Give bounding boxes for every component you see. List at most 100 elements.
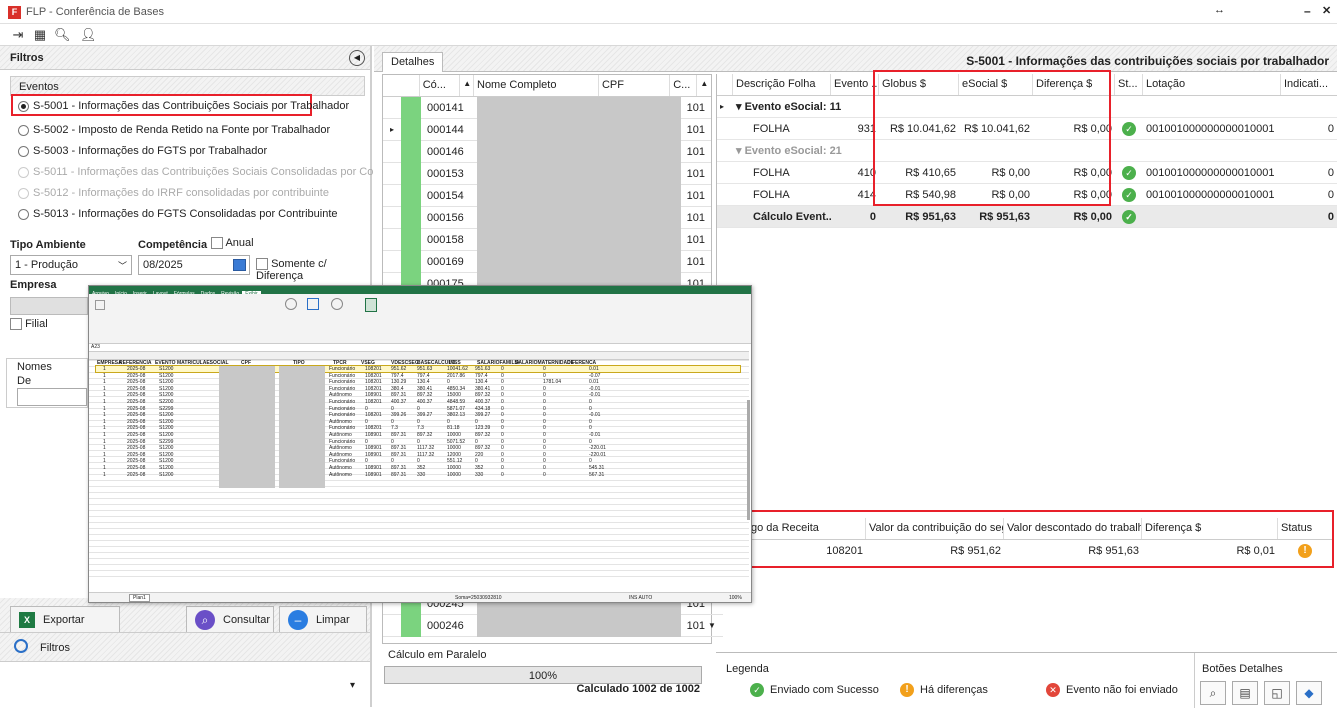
excel-cell[interactable]: 330 — [475, 472, 483, 478]
col-c[interactable]: C... — [670, 75, 698, 96]
excel-cell[interactable]: Funcionário — [329, 373, 355, 379]
somente-diferenca-checkbox[interactable]: Somente c/ Diferença — [256, 258, 370, 282]
excel-normal-view-icon[interactable] — [95, 300, 105, 310]
excel-cell[interactable]: 897.31 — [391, 445, 406, 451]
excel-cell[interactable]: 0 — [501, 445, 504, 451]
excel-cell[interactable]: 897.32 — [475, 445, 490, 451]
col-cpf[interactable]: CPF — [599, 75, 671, 96]
excel-cell[interactable]: 4850.34 — [447, 386, 465, 392]
excel-cell[interactable]: 2025-08 — [127, 399, 145, 405]
tipo-ambiente-select[interactable]: 1 - Produção ﹀ — [10, 255, 132, 275]
excel-cell[interactable]: 0 — [501, 439, 504, 445]
excel-cell[interactable]: S1200 — [159, 373, 173, 379]
excel-cell[interactable]: 0 — [447, 379, 450, 385]
excel-cell[interactable]: S1200 — [159, 445, 173, 451]
table-row[interactable]: 000156 101 — [383, 206, 711, 229]
excel-cell[interactable]: 108901 — [365, 432, 382, 438]
table-row[interactable]: 000154 101 — [383, 184, 711, 207]
excel-cell[interactable]: 2025-08 — [127, 373, 145, 379]
excel-cell[interactable]: 897.32 — [475, 392, 490, 398]
excel-cell[interactable]: 15000 — [447, 392, 461, 398]
excel-cell[interactable]: 0 — [543, 399, 546, 405]
expand-icon[interactable]: ▾ — [736, 145, 742, 157]
excel-cell[interactable]: 0 — [501, 452, 504, 458]
excel-cell[interactable]: 1 — [103, 379, 106, 385]
table-row[interactable]: 000158 101 — [383, 228, 711, 251]
excel-cell[interactable]: 0 — [475, 439, 478, 445]
collapse-panel-button[interactable]: ◀ — [349, 50, 365, 66]
excel-cell[interactable]: 380.41 — [475, 386, 490, 392]
excel-cell[interactable]: 2025-08 — [127, 465, 145, 471]
excel-cell[interactable]: 108201 — [365, 425, 382, 431]
excel-cell[interactable]: 0 — [501, 399, 504, 405]
table-row[interactable]: 108201 R$ 951,62 R$ 951,63 R$ 0,01 ! — [748, 540, 1332, 562]
excel-cell[interactable]: 1 — [103, 399, 106, 405]
nome-de-input[interactable] — [17, 388, 87, 406]
excel-cell[interactable]: 1 — [103, 392, 106, 398]
excel-100-icon[interactable] — [307, 298, 319, 310]
excel-cell[interactable]: 0 — [365, 406, 368, 412]
excel-cell[interactable]: 10000 — [447, 465, 461, 471]
anual-checkbox[interactable]: Anual — [211, 237, 254, 250]
excel-cell[interactable]: 108901 — [365, 472, 382, 478]
excel-cell[interactable]: 0 — [501, 392, 504, 398]
excel-cell[interactable]: S1200 — [159, 458, 173, 464]
excel-cell[interactable]: S2299 — [159, 406, 173, 412]
excel-cell[interactable]: Autônomo — [329, 452, 352, 458]
excel-cell[interactable]: 0 — [475, 419, 478, 425]
excel-cell[interactable]: 0 — [417, 419, 420, 425]
excel-cell[interactable]: Funcionário — [329, 399, 355, 405]
excel-cell[interactable]: 1 — [103, 425, 106, 431]
excel-cell[interactable]: S2299 — [159, 439, 173, 445]
excel-cell[interactable]: -220.01 — [589, 452, 606, 458]
excel-cell[interactable]: 0 — [501, 412, 504, 418]
excel-cell[interactable]: 108201 — [365, 379, 382, 385]
col-diferenca-receita[interactable]: Diferença $ — [1142, 518, 1278, 539]
col-indicativo[interactable]: Indicati... — [1281, 74, 1337, 95]
excel-cell[interactable]: 10000 — [447, 472, 461, 478]
excel-cell[interactable]: 2025-08 — [127, 472, 145, 478]
excel-cell[interactable]: Funcionário — [329, 439, 355, 445]
excel-cell[interactable]: S1200 — [159, 419, 173, 425]
excel-cell[interactable]: S1200 — [159, 379, 173, 385]
excel-cell[interactable]: 2025-08 — [127, 425, 145, 431]
table-row[interactable]: ▸ 000144 101 — [383, 118, 711, 141]
excel-cell[interactable]: -0.01 — [589, 386, 600, 392]
excel-cell[interactable]: 1 — [103, 445, 106, 451]
excel-cell[interactable]: S1200 — [159, 472, 173, 478]
excel-cell[interactable]: 951.63 — [417, 366, 432, 372]
excel-cell[interactable]: Autônomo — [329, 472, 352, 478]
expand-icon[interactable]: ▾ — [736, 101, 742, 113]
expand-icon[interactable]: ◱ — [1264, 681, 1290, 705]
excel-cell[interactable]: 0 — [543, 439, 546, 445]
excel-cell[interactable]: 0 — [589, 439, 592, 445]
excel-cell[interactable]: 130.4 — [417, 379, 430, 385]
excel-cell[interactable]: 2025-08 — [127, 392, 145, 398]
excel-cell[interactable]: 0 — [589, 399, 592, 405]
excel-cell[interactable]: -0.01 — [589, 432, 600, 438]
excel-cell[interactable]: 897.31 — [391, 452, 406, 458]
excel-cell[interactable]: 400.37 — [391, 399, 406, 405]
col-valor-descontado[interactable]: Valor descontado do trabalh... — [1004, 518, 1142, 539]
excel-cell[interactable]: 108201 — [365, 386, 382, 392]
excel-cell[interactable]: 400.37 — [475, 399, 490, 405]
calendar-icon[interactable] — [233, 259, 246, 271]
tab-detalhes[interactable]: Detalhes — [382, 52, 444, 72]
excel-cell[interactable]: 0 — [543, 452, 546, 458]
excel-cell[interactable]: 130.4 — [475, 379, 488, 385]
excel-cell[interactable]: 951.62 — [391, 366, 406, 372]
excel-cell[interactable]: 0 — [501, 379, 504, 385]
filtros-footer-bar[interactable]: Filtros — [0, 632, 370, 662]
excel-cell[interactable]: Autônomo — [329, 392, 352, 398]
excel-cell[interactable]: 897.31 — [391, 465, 406, 471]
excel-cell[interactable]: 12000 — [447, 452, 461, 458]
excel-cell[interactable]: 2017.86 — [447, 373, 465, 379]
col-codigo[interactable]: Có... — [420, 75, 461, 96]
resize-icon[interactable]: ↔ — [1214, 4, 1225, 16]
excel-cell[interactable]: 0 — [391, 458, 394, 464]
excel-cell[interactable]: 897.31 — [391, 392, 406, 398]
excel-cell[interactable]: Funcionário — [329, 406, 355, 412]
excel-cell[interactable]: 380.4 — [391, 386, 404, 392]
excel-cell[interactable]: -0.01 — [589, 412, 600, 418]
excel-cell[interactable]: 2025-08 — [127, 432, 145, 438]
